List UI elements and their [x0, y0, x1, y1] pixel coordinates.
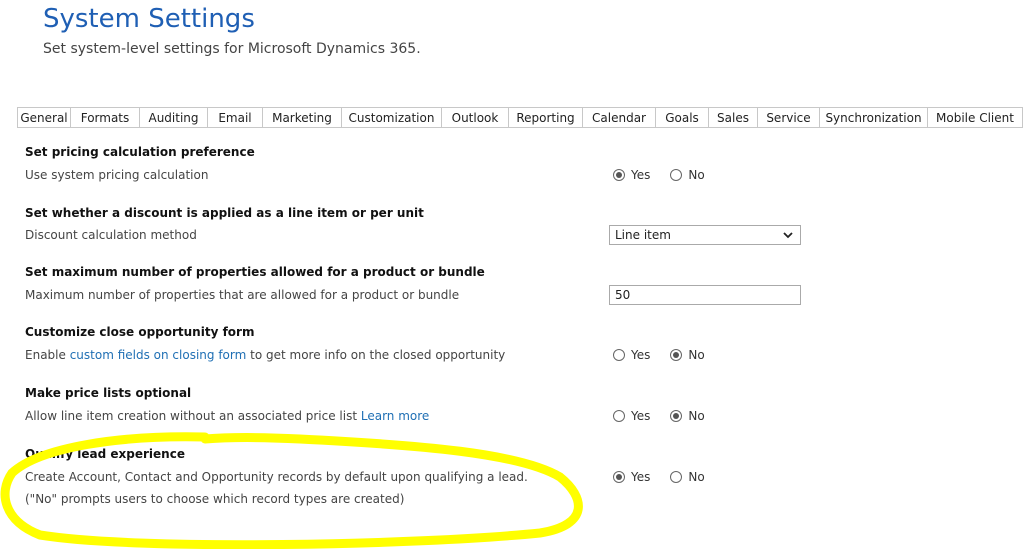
tab-synchronization[interactable]: Synchronization — [820, 108, 928, 127]
price-lists-no-label: No — [688, 409, 705, 423]
pricing-section-desc: Use system pricing calculation — [25, 168, 209, 182]
pricing-yes-radio[interactable] — [613, 169, 625, 181]
price-lists-yes-option[interactable]: Yes — [613, 409, 650, 423]
qualify-no-label: No — [688, 470, 705, 484]
tab-marketing[interactable]: Marketing — [263, 108, 342, 127]
tab-customization[interactable]: Customization — [342, 108, 442, 127]
properties-section-desc: Maximum number of properties that are al… — [25, 288, 460, 302]
close-opp-yes-option[interactable]: Yes — [613, 348, 650, 362]
tab-mobile-client[interactable]: Mobile Client — [928, 108, 1023, 127]
qualify-section-title: Qualify lead experience — [25, 447, 185, 461]
learn-more-link[interactable]: Learn more — [361, 409, 429, 423]
price-lists-radio-group: Yes No — [613, 409, 725, 423]
qualify-radio-group: Yes No — [613, 470, 725, 484]
discount-section-title: Set whether a discount is applied as a l… — [25, 206, 424, 220]
tab-formats[interactable]: Formats — [71, 108, 140, 127]
close-opp-radio-group: Yes No — [613, 348, 725, 362]
price-lists-no-option[interactable]: No — [670, 409, 705, 423]
close-opp-no-label: No — [688, 348, 705, 362]
pricing-yes-option[interactable]: Yes — [613, 168, 650, 182]
pricing-yes-label: Yes — [631, 168, 651, 182]
close-opp-yes-radio[interactable] — [613, 349, 625, 361]
tab-service[interactable]: Service — [758, 108, 820, 127]
tab-outlook[interactable]: Outlook — [442, 108, 509, 127]
tab-auditing[interactable]: Auditing — [140, 108, 208, 127]
qualify-yes-radio[interactable] — [613, 471, 625, 483]
discount-method-select[interactable]: Line item — [609, 225, 801, 245]
tab-general[interactable]: General — [18, 108, 71, 127]
price-lists-yes-radio[interactable] — [613, 410, 625, 422]
close-opp-no-option[interactable]: No — [670, 348, 705, 362]
close-opp-section-title: Customize close opportunity form — [25, 325, 255, 339]
close-opp-section-desc: Enable custom fields on closing form to … — [25, 348, 505, 362]
close-opp-no-radio[interactable] — [670, 349, 683, 361]
discount-section-desc: Discount calculation method — [25, 228, 197, 242]
highlight-annotation — [0, 432, 583, 549]
tab-goals[interactable]: Goals — [656, 108, 709, 127]
settings-tab-bar: General Formats Auditing Email Marketing… — [17, 107, 1023, 128]
chevron-down-icon — [782, 228, 794, 245]
close-opp-desc-suffix: to get more info on the closed opportuni… — [246, 348, 506, 362]
custom-fields-link[interactable]: custom fields on closing form — [70, 348, 247, 362]
close-opp-desc-prefix: Enable — [25, 348, 70, 362]
pricing-radio-group: Yes No — [613, 168, 725, 182]
pricing-no-label: No — [688, 168, 705, 182]
qualify-yes-option[interactable]: Yes — [613, 470, 650, 484]
tab-calendar[interactable]: Calendar — [583, 108, 656, 127]
max-properties-input[interactable] — [609, 285, 801, 305]
tab-email[interactable]: Email — [208, 108, 263, 127]
pricing-no-option[interactable]: No — [670, 168, 705, 182]
properties-section-title: Set maximum number of properties allowed… — [25, 265, 485, 279]
tab-reporting[interactable]: Reporting — [509, 108, 583, 127]
qualify-no-option[interactable]: No — [670, 470, 705, 484]
price-lists-section-desc: Allow line item creation without an asso… — [25, 409, 429, 423]
close-opp-yes-label: Yes — [631, 348, 651, 362]
qualify-section-desc-1: Create Account, Contact and Opportunity … — [25, 470, 528, 484]
pricing-section-title: Set pricing calculation preference — [25, 145, 255, 159]
price-lists-desc-prefix: Allow line item creation without an asso… — [25, 409, 361, 423]
price-lists-section-title: Make price lists optional — [25, 386, 192, 400]
discount-method-value: Line item — [615, 228, 671, 242]
page-title: System Settings — [43, 4, 255, 34]
qualify-yes-label: Yes — [631, 470, 651, 484]
pricing-no-radio[interactable] — [670, 169, 683, 181]
qualify-section-desc-2: ("No" prompts users to choose which reco… — [25, 492, 405, 506]
tab-sales[interactable]: Sales — [709, 108, 758, 127]
price-lists-yes-label: Yes — [631, 409, 651, 423]
page-subtitle: Set system-level settings for Microsoft … — [43, 41, 421, 57]
qualify-no-radio[interactable] — [670, 471, 683, 483]
price-lists-no-radio[interactable] — [670, 410, 683, 422]
